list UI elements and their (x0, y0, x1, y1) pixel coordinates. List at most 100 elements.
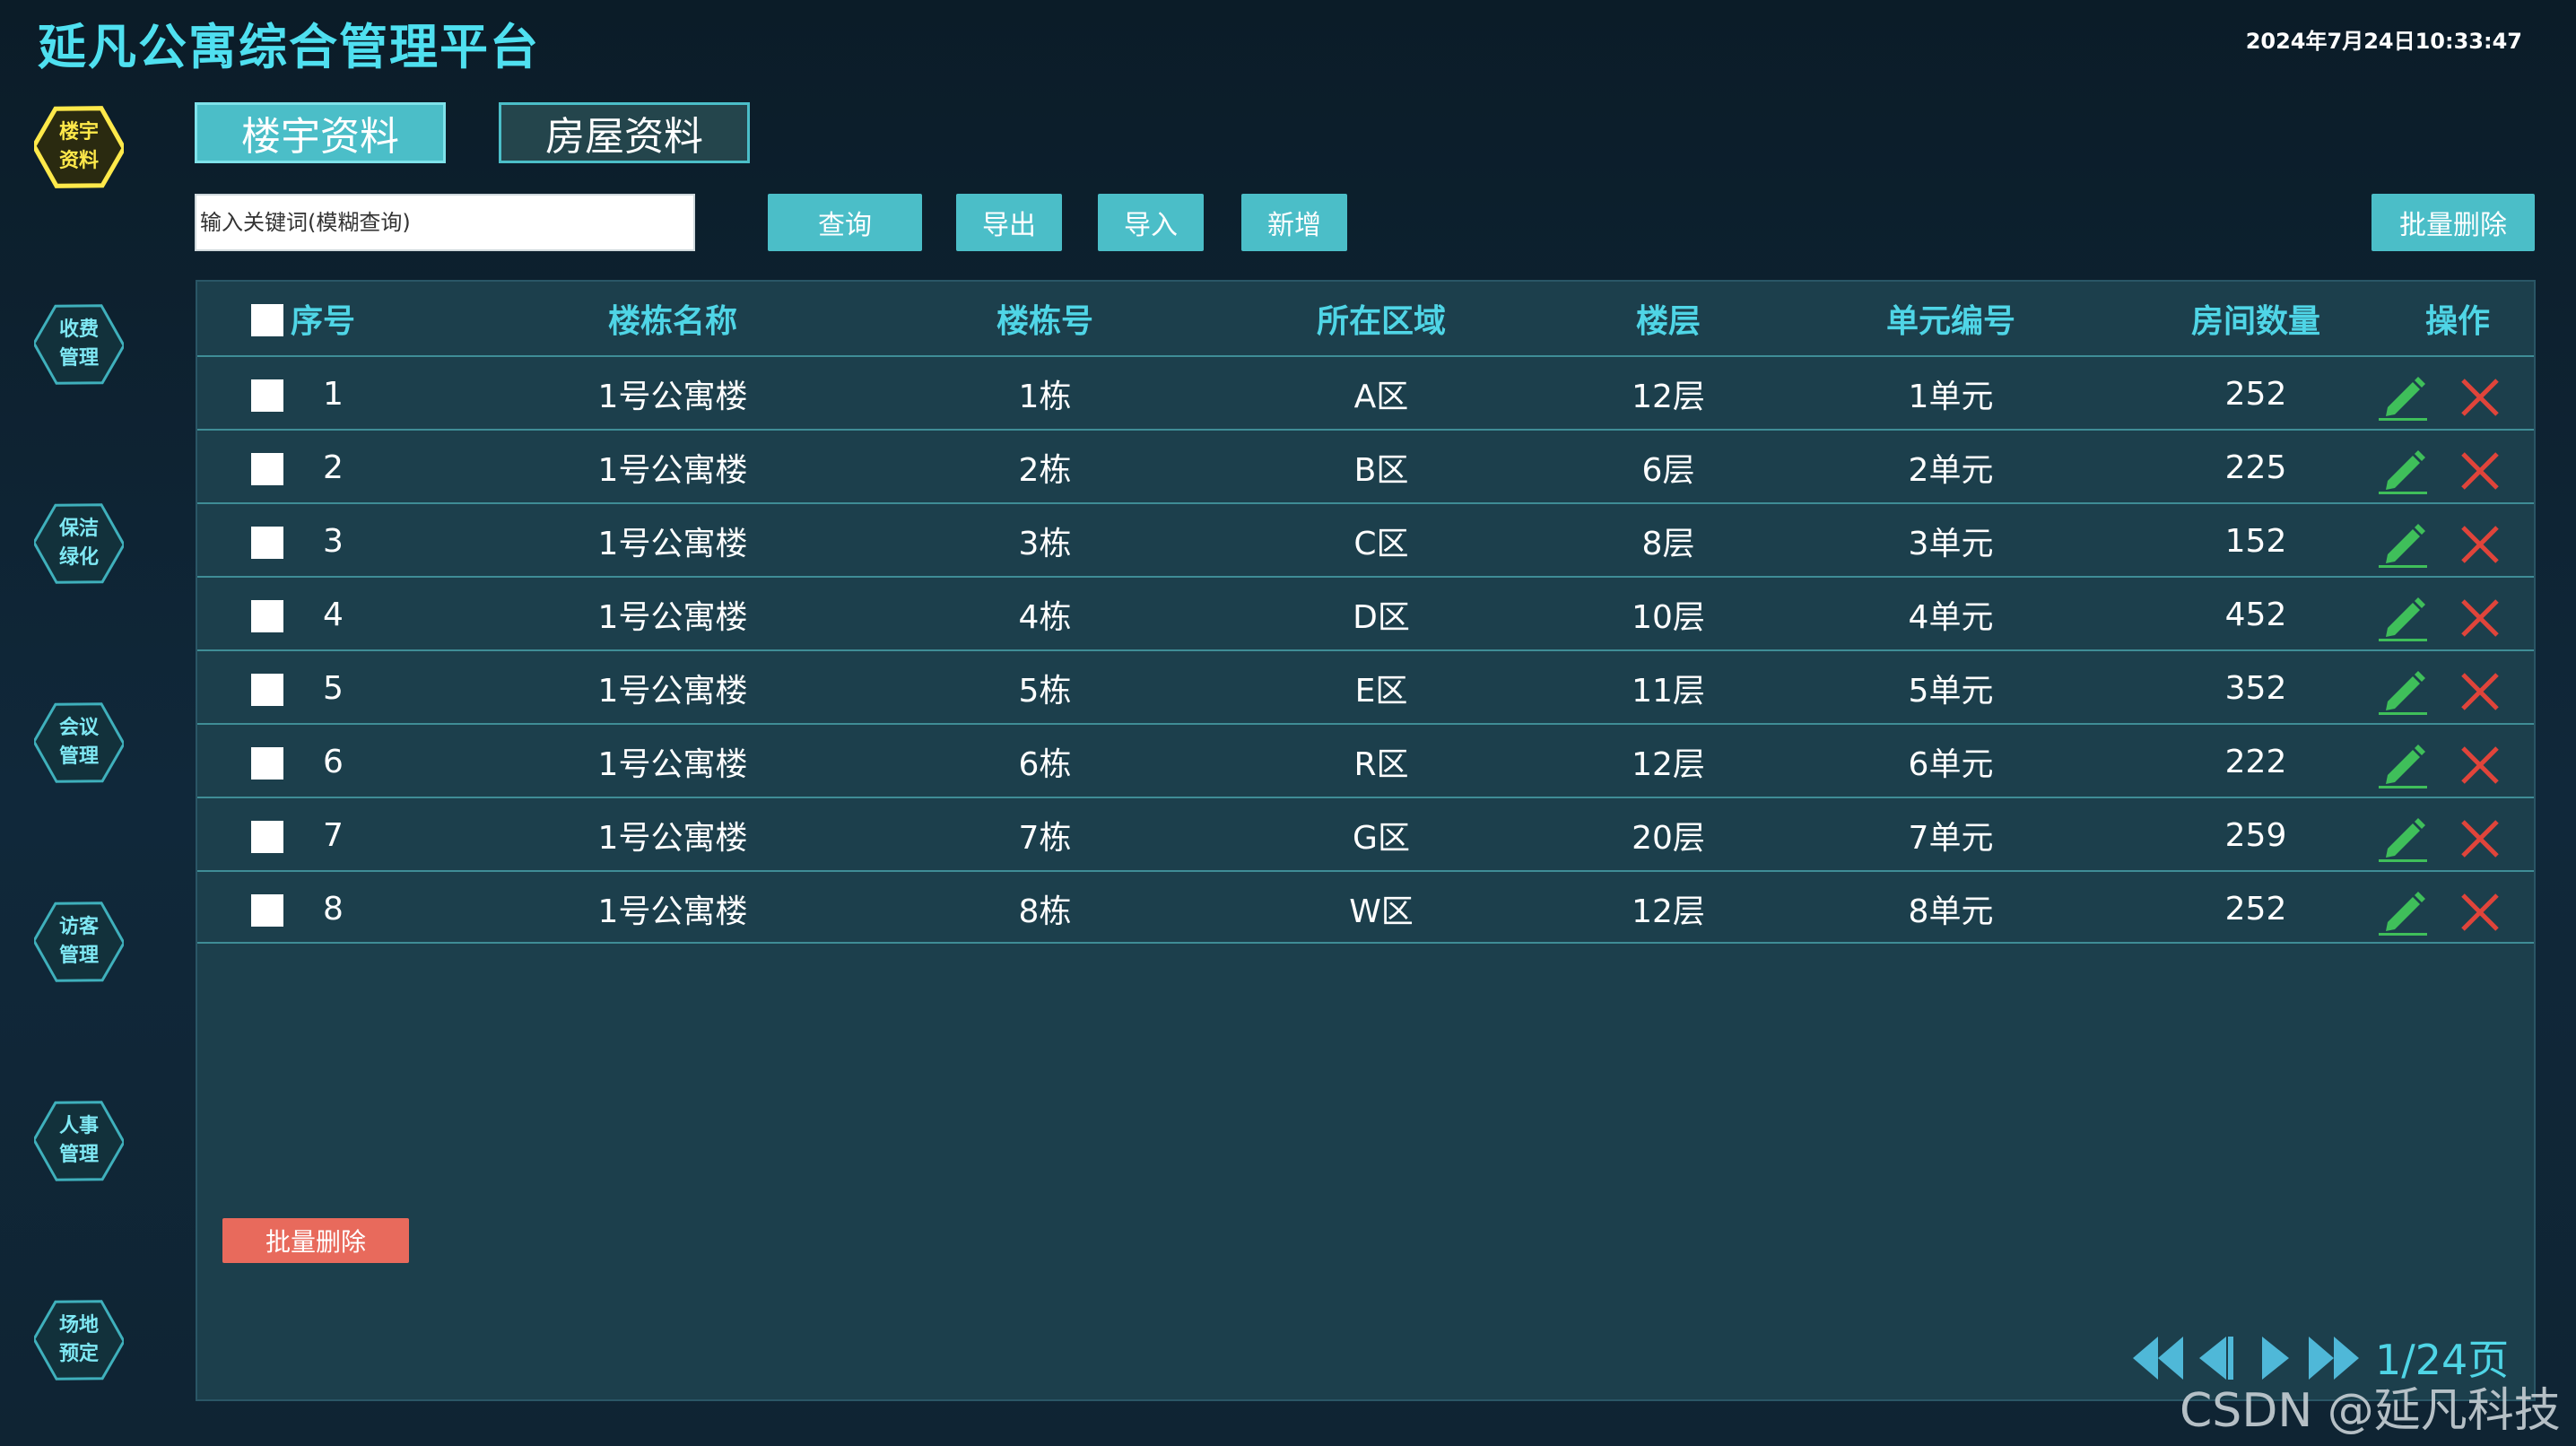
cell-area: D区 (1353, 599, 1410, 636)
header-unit-no: 单元编号 (1885, 303, 2015, 340)
edit-icon[interactable] (2375, 445, 2431, 495)
row-checkbox[interactable] (251, 527, 283, 559)
cell-building-name: 1号公寓楼 (597, 746, 748, 783)
edit-icon[interactable] (2375, 371, 2431, 422)
cell-room-count: 252 (2224, 890, 2287, 928)
row-checkbox[interactable] (251, 453, 283, 485)
cell-area: A区 (1353, 379, 1409, 415)
table-row: 5 1号公寓楼 5栋 E区 11层 5单元 352 (197, 649, 2534, 723)
export-button[interactable]: 导出 (956, 194, 1062, 251)
query-button[interactable]: 查询 (768, 194, 922, 251)
cell-building-name: 1号公寓楼 (597, 673, 748, 710)
delete-icon[interactable] (2458, 449, 2502, 493)
batch-delete-button[interactable]: 批量删除 (2371, 194, 2535, 251)
cell-area: G区 (1353, 820, 1410, 857)
header-room-count: 房间数量 (2190, 303, 2320, 340)
cell-area: R区 (1353, 746, 1409, 783)
sidebar-item-cleaning-greening[interactable]: 保洁 绿化 (34, 495, 124, 592)
table-row: 4 1号公寓楼 4栋 D区 10层 4单元 452 (197, 576, 2534, 649)
edit-icon[interactable] (2375, 813, 2431, 863)
edit-icon[interactable] (2375, 739, 2431, 789)
cell-index: 2 (323, 449, 344, 486)
header-index: 序号 (291, 303, 356, 340)
cell-building-no: 8栋 (1018, 893, 1072, 930)
table-row: 7 1号公寓楼 7栋 G区 20层 7单元 259 (197, 797, 2534, 870)
cell-index: 7 (323, 816, 344, 854)
cell-unit-no: 5单元 (1908, 673, 1994, 710)
row-checkbox[interactable] (251, 600, 283, 632)
header-floors: 楼层 (1635, 303, 1701, 340)
sidebar-item-building-info[interactable]: 楼宇 资料 (34, 99, 124, 196)
edit-icon[interactable] (2375, 666, 2431, 716)
table-row: 2 1号公寓楼 2栋 B区 6层 2单元 225 (197, 429, 2534, 502)
delete-icon[interactable] (2458, 890, 2502, 935)
sidebar-item-label: 管理 (58, 745, 99, 768)
row-checkbox[interactable] (251, 379, 283, 412)
tab-building-info[interactable]: 楼宇资料 (195, 102, 446, 163)
import-button[interactable]: 导入 (1098, 194, 1204, 251)
sidebar-item-hr-management[interactable]: 人事 管理 (34, 1093, 124, 1189)
sidebar-item-label: 预定 (58, 1343, 99, 1365)
cell-unit-no: 8单元 (1908, 893, 1994, 930)
watermark: CSDN @延凡科技 (2180, 1384, 2561, 1438)
sidebar-item-label: 管理 (58, 945, 99, 967)
header-building-name: 楼栋名称 (607, 303, 737, 340)
cell-room-count: 225 (2224, 449, 2287, 486)
sidebar-item-meeting-management[interactable]: 会议 管理 (34, 694, 124, 791)
delete-icon[interactable] (2458, 375, 2502, 420)
cell-area: C区 (1353, 526, 1409, 562)
delete-icon[interactable] (2458, 816, 2502, 861)
cell-floors: 6层 (1641, 452, 1695, 489)
edit-icon[interactable] (2375, 886, 2431, 936)
delete-icon[interactable] (2458, 596, 2502, 640)
sidebar-item-label: 人事 (58, 1115, 99, 1137)
cell-unit-no: 7单元 (1908, 820, 1994, 857)
select-all-checkbox[interactable] (251, 304, 283, 336)
row-checkbox[interactable] (251, 821, 283, 853)
sidebar-item-label: 资料 (58, 150, 99, 172)
row-checkbox[interactable] (251, 894, 283, 927)
row-checkbox[interactable] (251, 674, 283, 706)
cell-floors: 12层 (1632, 379, 1705, 415)
cell-building-no: 4栋 (1018, 599, 1072, 636)
edit-icon[interactable] (2375, 592, 2431, 642)
cell-unit-no: 1单元 (1908, 379, 1994, 415)
cell-building-name: 1号公寓楼 (597, 820, 748, 857)
cell-room-count: 452 (2224, 596, 2287, 633)
cell-unit-no: 3单元 (1908, 526, 1994, 562)
app-title: 延凡公寓综合管理平台 (38, 19, 540, 75)
delete-icon[interactable] (2458, 743, 2502, 788)
edit-icon[interactable] (2375, 518, 2431, 569)
cell-index: 8 (323, 890, 344, 928)
add-button[interactable]: 新增 (1241, 194, 1347, 251)
cell-area: W区 (1349, 893, 1414, 930)
cell-building-name: 1号公寓楼 (597, 893, 748, 930)
datetime: 2024年7月24日10:33:47 (2245, 29, 2522, 54)
cell-building-no: 3栋 (1018, 526, 1072, 562)
tab-house-info[interactable]: 房屋资料 (499, 102, 750, 163)
cell-area: B区 (1353, 452, 1409, 489)
sidebar-item-label: 收费 (58, 318, 99, 341)
first-page-icon[interactable] (2128, 1333, 2187, 1383)
sidebar-item-visitor-management[interactable]: 访客 管理 (34, 893, 124, 990)
batch-delete-bottom-button[interactable]: 批量删除 (222, 1218, 409, 1263)
delete-icon[interactable] (2458, 522, 2502, 567)
search-input[interactable] (195, 194, 695, 251)
sidebar-item-label: 管理 (58, 1144, 99, 1166)
sidebar-item-venue-booking[interactable]: 场地 预定 (34, 1292, 124, 1389)
sidebar-item-label: 楼宇 (58, 121, 99, 144)
row-checkbox[interactable] (251, 747, 283, 780)
sidebar-item-fee-management[interactable]: 收费 管理 (34, 296, 124, 393)
cell-building-no: 7栋 (1018, 820, 1072, 857)
cell-floors: 8层 (1641, 526, 1695, 562)
cell-room-count: 152 (2224, 522, 2287, 560)
cell-index: 4 (323, 596, 344, 633)
cell-index: 1 (323, 375, 344, 413)
cell-floors: 11层 (1632, 673, 1705, 710)
sidebar-item-label: 会议 (58, 717, 99, 739)
cell-building-no: 5栋 (1018, 673, 1072, 710)
header-area: 所在区域 (1316, 303, 1446, 340)
sidebar-item-label: 绿化 (58, 546, 99, 569)
delete-icon[interactable] (2458, 669, 2502, 714)
cell-building-name: 1号公寓楼 (597, 452, 748, 489)
